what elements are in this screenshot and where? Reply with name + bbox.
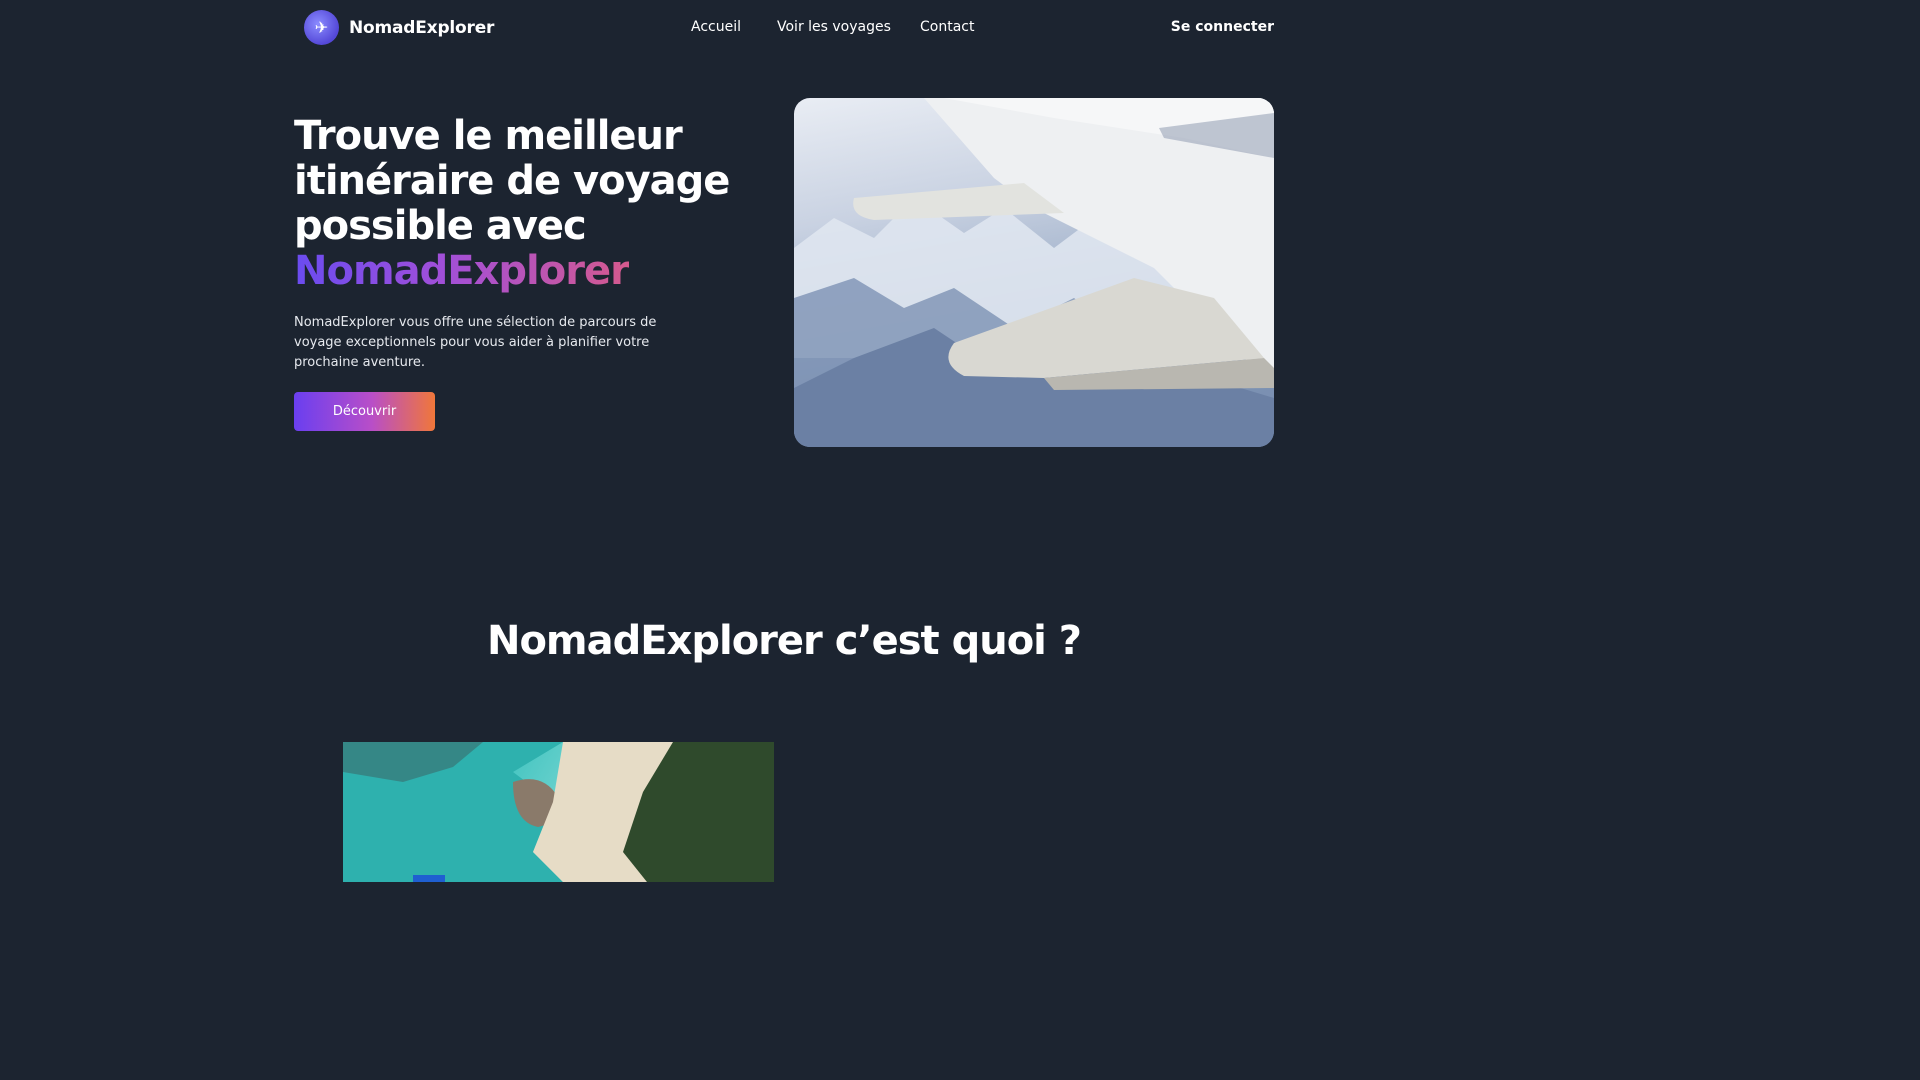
nav-item-accueil[interactable]: Accueil: [691, 19, 741, 35]
hero-title-line: Trouve le meilleur: [294, 113, 683, 159]
airplane-wing-photo: [794, 98, 1274, 447]
globe-plane-icon: ✈: [304, 10, 339, 45]
beach-aerial-photo: [343, 742, 774, 882]
hero-title-brand: NomadExplorer: [294, 248, 630, 294]
brand-name: NomadExplorer: [349, 17, 495, 38]
login-link[interactable]: Se connecter: [1171, 19, 1274, 35]
hero-title-line: possible avec: [294, 203, 587, 249]
hero-description: NomadExplorer vous offre une sélection d…: [294, 315, 657, 370]
nav-item-contact[interactable]: Contact: [920, 19, 974, 35]
brand-logo[interactable]: ✈ NomadExplorer: [304, 10, 494, 45]
page: ✈ NomadExplorer Accueil Voir les voyages…: [0, 0, 1568, 882]
discover-button[interactable]: Découvrir: [294, 392, 435, 431]
section-title: NomadExplorer c’est quoi ?: [486, 618, 1082, 664]
nav-item-voyages[interactable]: Voir les voyages: [777, 19, 891, 35]
hero-title: Trouve le meilleur itinéraire de voyage …: [294, 114, 734, 294]
hero-title-line: itinéraire de voyage: [294, 158, 730, 204]
